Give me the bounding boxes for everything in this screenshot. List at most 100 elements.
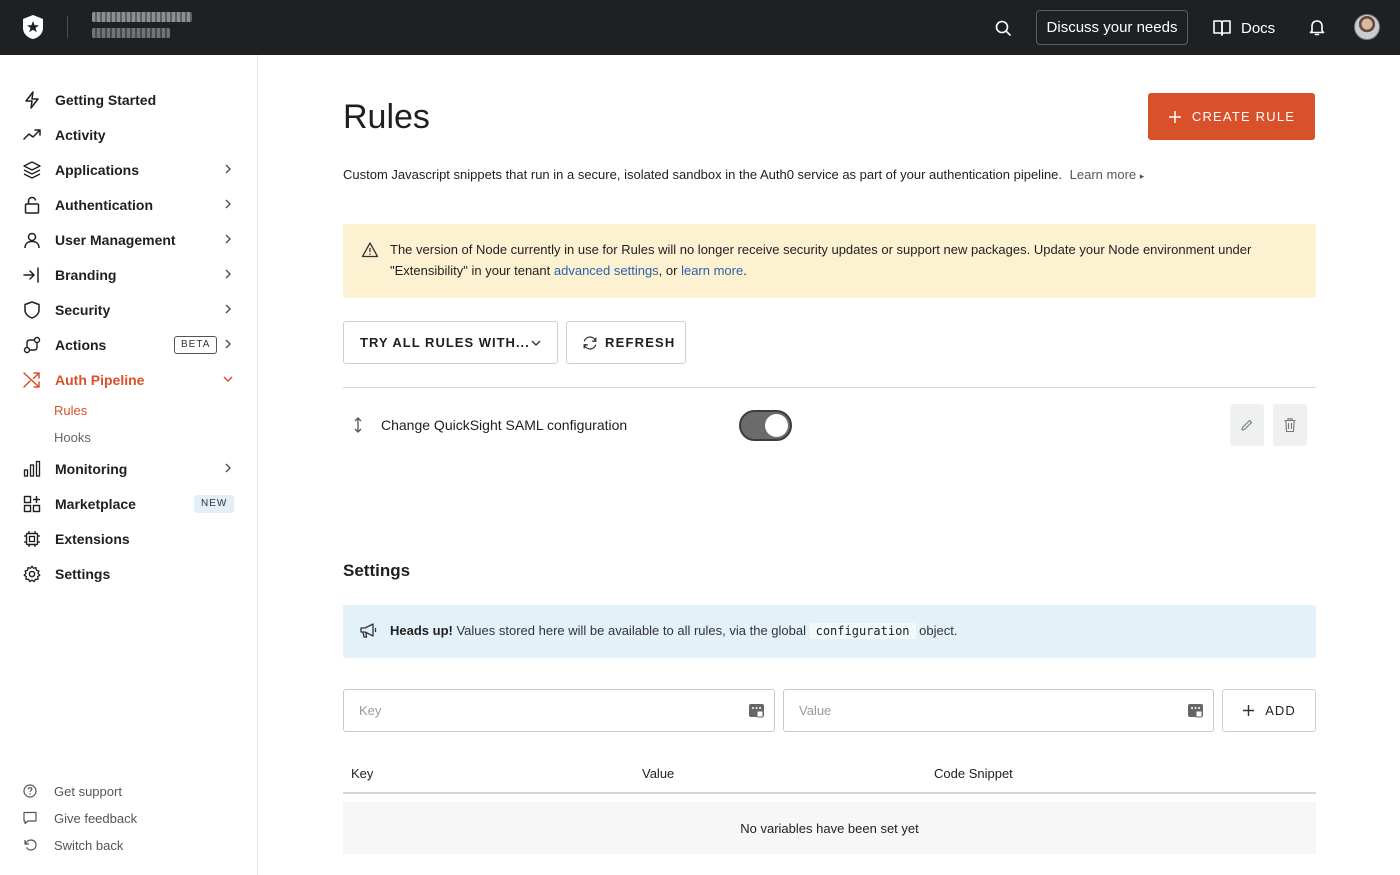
refresh-label: REFRESH	[605, 335, 676, 350]
sidebar-item-getting-started[interactable]: Getting Started	[0, 82, 257, 117]
discuss-needs-button[interactable]: Discuss your needs	[1036, 10, 1188, 45]
chevron-right-icon	[225, 339, 232, 349]
caret-right-icon: ▸	[1139, 171, 1145, 181]
trash-icon	[1284, 418, 1296, 433]
sidebar-subitem-rules[interactable]: Rules	[54, 403, 87, 418]
key-placeholder: Key	[359, 703, 382, 718]
tenant-switcher[interactable]	[92, 12, 202, 38]
password-manager-icon[interactable]	[1187, 702, 1204, 719]
actions-icon	[22, 335, 42, 355]
sidebar-item-label: User Management	[55, 231, 176, 248]
topbar-divider	[67, 16, 68, 38]
edit-rule-button[interactable]	[1230, 404, 1264, 446]
auth0-logo-icon[interactable]	[20, 14, 46, 40]
sidebar-item-label: Security	[55, 301, 111, 318]
heads-up-info-banner: Heads up! Values stored here will be ava…	[343, 605, 1316, 658]
footer-label: Get support	[54, 783, 122, 799]
beta-badge: BETA	[174, 336, 218, 354]
sidebar-item-label: Monitoring	[55, 460, 128, 477]
sidebar-item-monitoring[interactable]: Monitoring	[0, 451, 257, 486]
refresh-button[interactable]: REFRESH	[566, 321, 686, 364]
create-rule-label: CREATE RULE	[1191, 109, 1296, 124]
top-bar: Discuss your needs Docs	[0, 0, 1400, 55]
sidebar-item-label: Getting Started	[55, 91, 157, 108]
sidebar-item-user-management[interactable]: User Management	[0, 222, 257, 257]
table-header-divider	[343, 792, 1316, 794]
advanced-settings-link[interactable]: advanced settings	[554, 263, 659, 278]
node-version-warning: The version of Node currently in use for…	[343, 224, 1316, 298]
sidebar-item-label: Branding	[55, 266, 117, 283]
try-all-rules-label: TRY ALL RULES WITH...	[360, 335, 530, 350]
learn-more-label: Learn more	[1069, 167, 1137, 182]
sidebar-item-activity[interactable]: Activity	[0, 117, 257, 152]
footer-label: Switch back	[54, 837, 124, 853]
switch-back-link[interactable]: Switch back	[22, 835, 123, 855]
rule-name[interactable]: Change QuickSight SAML configuration	[381, 417, 627, 433]
search-icon[interactable]	[992, 17, 1014, 39]
chip-icon	[22, 529, 42, 549]
sidebar-item-label: Auth Pipeline	[55, 371, 145, 388]
sidebar-item-actions[interactable]: Actions BETA	[0, 327, 257, 362]
refresh-icon	[583, 336, 597, 350]
sidebar-item-marketplace[interactable]: Marketplace NEW	[0, 486, 257, 521]
description-text: Custom Javascript snippets that run in a…	[343, 167, 1063, 182]
trending-icon	[22, 125, 42, 145]
get-support-link[interactable]: Get support	[22, 781, 122, 801]
learn-more-warning-link[interactable]: learn more	[681, 263, 743, 278]
sidebar-item-label: Actions	[55, 336, 107, 353]
sidebar-item-extensions[interactable]: Extensions	[0, 521, 257, 556]
key-input[interactable]: Key	[343, 689, 775, 732]
delete-rule-button[interactable]	[1273, 404, 1307, 446]
sidebar-item-authentication[interactable]: Authentication	[0, 187, 257, 222]
chevron-right-icon	[225, 234, 232, 244]
settings-section-title: Settings	[343, 561, 411, 580]
gear-icon	[22, 564, 42, 584]
sidebar-item-label: Authentication	[55, 196, 153, 213]
shield-icon	[22, 300, 42, 320]
password-manager-icon[interactable]	[748, 702, 765, 719]
create-rule-button[interactable]: CREATE RULE	[1148, 93, 1315, 140]
bar-chart-icon	[22, 459, 42, 479]
book-icon	[1213, 20, 1231, 36]
bell-icon[interactable]	[1306, 16, 1328, 38]
rules-list-divider	[343, 387, 1316, 388]
value-input[interactable]: Value	[783, 689, 1214, 732]
undo-icon	[22, 837, 38, 853]
add-variable-button[interactable]: ADD	[1222, 689, 1316, 732]
login-icon	[22, 265, 42, 285]
give-feedback-link[interactable]: Give feedback	[22, 808, 137, 828]
chevron-down-icon	[531, 340, 541, 346]
chevron-down-icon	[223, 376, 233, 383]
sidebar-item-label: Applications	[55, 161, 140, 178]
tenant-region-redacted	[92, 28, 170, 38]
sidebar-item-auth-pipeline[interactable]: Auth Pipeline	[0, 362, 257, 397]
help-circle-icon	[22, 783, 38, 799]
column-header-value: Value	[642, 766, 675, 781]
sidebar-subitem-hooks[interactable]: Hooks	[54, 430, 91, 445]
user-avatar[interactable]	[1354, 14, 1380, 40]
shuffle-icon	[22, 370, 42, 390]
docs-label: Docs	[1241, 19, 1276, 37]
footer-label: Give feedback	[54, 810, 138, 826]
chevron-right-icon	[225, 304, 232, 314]
sidebar-item-security[interactable]: Security	[0, 292, 257, 327]
learn-more-link[interactable]: Learn more ▸	[1070, 167, 1145, 182]
unlock-icon	[22, 195, 42, 215]
sidebar: Getting Started Activity Applications Au…	[0, 55, 258, 875]
drag-handle-icon[interactable]	[351, 415, 365, 435]
docs-link[interactable]: Docs	[1212, 16, 1275, 40]
chevron-right-icon	[225, 164, 232, 174]
sidebar-item-branding[interactable]: Branding	[0, 257, 257, 292]
column-header-key: Key	[351, 766, 374, 781]
try-all-rules-dropdown[interactable]: TRY ALL RULES WITH...	[343, 321, 558, 364]
rule-enabled-toggle[interactable]	[739, 410, 792, 441]
page-description: Custom Javascript snippets that run in a…	[343, 167, 1144, 182]
new-badge: NEW	[194, 495, 235, 513]
sidebar-item-label: Settings	[55, 565, 111, 582]
page-title: Rules	[343, 98, 430, 136]
tenant-name-redacted	[92, 12, 192, 22]
toggle-knob	[765, 414, 788, 437]
sidebar-item-settings[interactable]: Settings	[0, 556, 257, 591]
sidebar-item-applications[interactable]: Applications	[0, 152, 257, 187]
main-content: Rules CREATE RULE Custom Javascript snip…	[258, 55, 1400, 875]
